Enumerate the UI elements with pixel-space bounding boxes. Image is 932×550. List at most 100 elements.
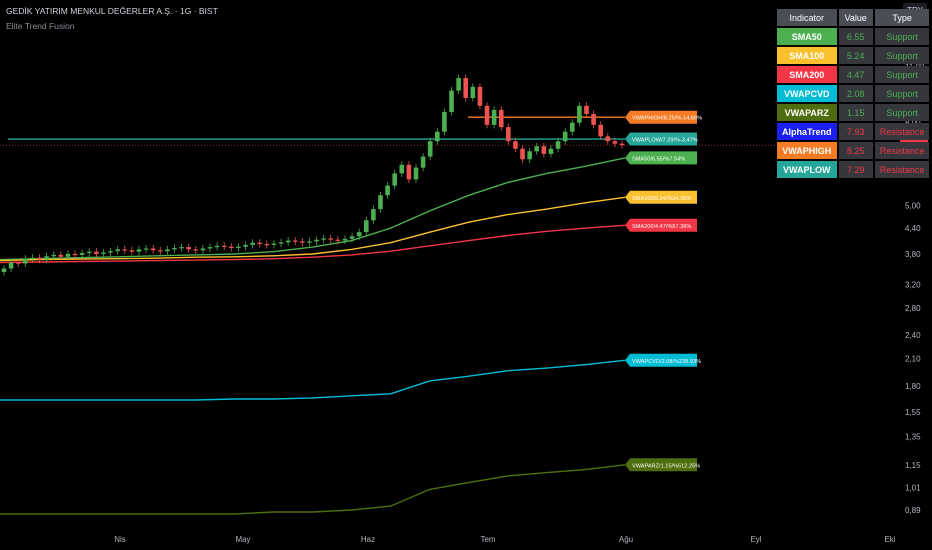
candle-body	[44, 256, 49, 260]
column-header-indicator: Indicator	[777, 9, 837, 26]
table-row: SMA200 4.47 Support	[777, 66, 930, 83]
price-label-text: SMA50/6.55/%7.54%	[632, 156, 685, 162]
candle-body	[413, 167, 419, 180]
y-axis-tick-label: 3,80	[905, 250, 921, 259]
candle-body	[285, 240, 291, 243]
candle-body	[449, 90, 454, 112]
candle-body	[555, 141, 561, 149]
candle-body	[420, 156, 426, 168]
candle-body	[229, 246, 234, 249]
indicator-name-cell: SMA200	[777, 66, 837, 83]
y-axis-tick-label: 2,80	[905, 304, 921, 313]
candle-body	[221, 245, 227, 247]
y-axis-tick-label: 3,20	[905, 280, 921, 289]
y-axis-tick-label: 0,89	[905, 506, 921, 515]
indicator-table: Indicator Value Type SMA50 6.55 Support SMA…	[775, 7, 931, 180]
candle-body	[15, 262, 21, 264]
candle-body	[513, 141, 518, 149]
x-axis-tick-label: Nis	[114, 535, 126, 544]
candle-body	[605, 136, 611, 142]
y-axis-tick-label: 1,01	[905, 484, 921, 493]
table-row: VWAPLOW 7.29 Resistance	[777, 161, 930, 178]
candle-body	[584, 105, 589, 115]
candle-body	[363, 220, 369, 233]
x-axis-tick-label: Haz	[361, 535, 375, 544]
candle-body	[65, 253, 71, 257]
column-header-value: Value	[838, 9, 873, 26]
column-header-type: Type	[874, 9, 930, 26]
candle-body	[243, 244, 248, 247]
y-axis-tick-label: 1,15	[905, 461, 921, 470]
candle-body	[300, 241, 305, 243]
y-axis-tick-label: 2,10	[905, 355, 921, 364]
indicator-value-cell: 2.08	[838, 85, 873, 102]
indicator-name-cell: SMA100	[777, 47, 837, 64]
candle-body	[477, 86, 483, 106]
table-row: SMA100 5.24 Support	[777, 47, 930, 64]
candle-body	[200, 248, 206, 251]
candle-body	[143, 248, 149, 250]
table-row: SMA50 6.55 Support	[777, 28, 930, 45]
candle-body	[278, 242, 284, 244]
indicator-type-cell: Resistance	[874, 161, 930, 178]
candle-body	[37, 257, 42, 260]
indicator-value-cell: 5.24	[838, 47, 873, 64]
candle-body	[541, 146, 547, 154]
candle-body	[58, 254, 64, 257]
x-axis-tick-label: Eki	[884, 535, 895, 544]
candle-body	[498, 109, 504, 128]
candle-body	[328, 238, 334, 240]
candle-body	[51, 254, 57, 257]
indicator-type-cell: Resistance	[874, 142, 930, 159]
y-axis-tick-label: 5,00	[905, 202, 921, 211]
indicator-value-cell: 7.93	[838, 123, 873, 140]
indicator-value-cell: 8.25	[838, 142, 873, 159]
candle-body	[307, 241, 312, 243]
candle-body	[129, 250, 135, 252]
candle-body	[314, 239, 319, 242]
price-label-text: VWAPCVD/2.08/%238.93%	[632, 359, 701, 365]
indicator-name-cell: AlphaTrend	[777, 123, 837, 140]
candle-body	[399, 164, 405, 174]
chart-header: GEDİK YATIRIM MENKUL DEĞERLER A.Ş. · 1G …	[6, 6, 218, 31]
candle-body	[598, 124, 603, 137]
y-axis-tick-label: 1,80	[905, 382, 921, 391]
candle-body	[86, 251, 92, 254]
indicator-type-cell: Support	[874, 66, 930, 83]
candle-body	[520, 148, 525, 160]
candle-body	[371, 209, 376, 221]
candle-body	[94, 251, 99, 254]
indicator-name-cell: VWAPCVD	[777, 85, 837, 102]
candle-body	[321, 238, 326, 240]
candle-body	[456, 78, 461, 91]
candle-body	[1, 268, 7, 273]
candle-body	[491, 109, 497, 125]
candle-body	[23, 258, 28, 264]
indicator-name[interactable]: Elite Trend Fusion	[6, 21, 218, 31]
x-axis-tick-label: Ağu	[619, 535, 633, 544]
indicator-value-cell: 4.47	[838, 66, 873, 83]
candle-body	[506, 127, 511, 142]
y-axis-tick-label: 2,40	[905, 331, 921, 340]
candle-body	[548, 148, 554, 154]
candle-body	[406, 164, 412, 180]
symbol-title[interactable]: GEDİK YATIRIM MENKUL DEĞERLER A.Ş. · 1G …	[6, 6, 218, 16]
candle-body	[612, 141, 618, 144]
candle-body	[392, 173, 397, 186]
indicator-type-cell: Support	[874, 47, 930, 64]
candle-body	[569, 122, 575, 132]
indicator-type-cell: Resistance	[874, 123, 930, 140]
indicator-value-cell: 1.15	[838, 104, 873, 121]
candle-body	[8, 262, 14, 269]
series-line-sma100	[0, 196, 626, 262]
candle-body	[136, 249, 142, 252]
indicator-type-cell: Support	[874, 104, 930, 121]
price-label-text: SMA200/4.47/%57.36%	[632, 224, 691, 230]
candle-body	[115, 249, 120, 252]
candle-body	[484, 105, 490, 125]
candle-body	[108, 251, 113, 253]
price-label-text: VWAPLOW/7.29/%-3.47%	[632, 138, 698, 144]
candle-body	[207, 247, 213, 249]
candle-body	[79, 253, 85, 255]
indicator-type-cell: Support	[874, 85, 930, 102]
